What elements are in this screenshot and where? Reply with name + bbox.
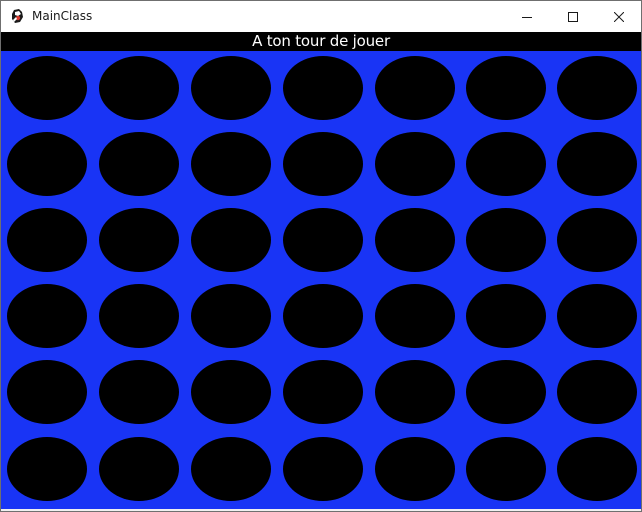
board-slot-r3-c2[interactable] [99, 208, 179, 272]
board-slot-r6-c5[interactable] [375, 437, 455, 501]
board-slot-r2-c1[interactable] [7, 132, 87, 196]
board-slot-r2-c7[interactable] [557, 132, 637, 196]
game-board[interactable] [1, 51, 641, 511]
board-slot-r5-c2[interactable] [99, 360, 179, 424]
board-slot-r1-c5[interactable] [375, 56, 455, 120]
minimize-button[interactable] [504, 1, 550, 32]
board-slot-r4-c7[interactable] [557, 284, 637, 348]
maximize-button[interactable] [550, 1, 596, 32]
turn-status-message: A ton tour de jouer [252, 32, 390, 50]
board-slot-r1-c4[interactable] [283, 56, 363, 120]
board-slot-r5-c1[interactable] [7, 360, 87, 424]
board-slot-r5-c7[interactable] [557, 360, 637, 424]
window-title: MainClass [32, 9, 93, 23]
maximize-icon [568, 11, 578, 22]
board-slot-r2-c3[interactable] [191, 132, 271, 196]
board-slot-r5-c4[interactable] [283, 360, 363, 424]
board-slot-r1-c3[interactable] [191, 56, 271, 120]
board-slot-r1-c6[interactable] [466, 56, 546, 120]
close-icon [614, 11, 624, 22]
board-slot-r2-c2[interactable] [99, 132, 179, 196]
board-slot-r6-c2[interactable] [99, 437, 179, 501]
board-slot-r6-c6[interactable] [466, 437, 546, 501]
board-slot-r4-c1[interactable] [7, 284, 87, 348]
board-slot-r4-c4[interactable] [283, 284, 363, 348]
minimize-icon [522, 16, 532, 18]
board-slot-r1-c2[interactable] [99, 56, 179, 120]
app-window: MainClass A ton tour de jouer [0, 0, 642, 512]
board-slot-r3-c6[interactable] [466, 208, 546, 272]
board-slot-r6-c7[interactable] [557, 437, 637, 501]
board-slot-r1-c1[interactable] [7, 56, 87, 120]
title-bar[interactable]: MainClass [1, 1, 641, 32]
board-slot-r4-c5[interactable] [375, 284, 455, 348]
board-slot-r3-c5[interactable] [375, 208, 455, 272]
java-duke-icon [12, 9, 23, 23]
board-slot-r6-c3[interactable] [191, 437, 271, 501]
board-slot-r3-c4[interactable] [283, 208, 363, 272]
board-slot-r6-c4[interactable] [283, 437, 363, 501]
board-slot-r3-c3[interactable] [191, 208, 271, 272]
board-slot-r2-c4[interactable] [283, 132, 363, 196]
board-slot-r5-c5[interactable] [375, 360, 455, 424]
board-slot-r1-c7[interactable] [557, 56, 637, 120]
close-button[interactable] [596, 1, 641, 32]
board-slot-r2-c6[interactable] [466, 132, 546, 196]
board-slot-r3-c1[interactable] [7, 208, 87, 272]
board-slot-r4-c3[interactable] [191, 284, 271, 348]
board-slot-r4-c2[interactable] [99, 284, 179, 348]
board-slot-r2-c5[interactable] [375, 132, 455, 196]
board-slot-r5-c6[interactable] [466, 360, 546, 424]
board-slot-r4-c6[interactable] [466, 284, 546, 348]
turn-status-bar: A ton tour de jouer [1, 32, 641, 51]
board-slot-r3-c7[interactable] [557, 208, 637, 272]
board-slot-r6-c1[interactable] [7, 437, 87, 501]
board-slot-r5-c3[interactable] [191, 360, 271, 424]
